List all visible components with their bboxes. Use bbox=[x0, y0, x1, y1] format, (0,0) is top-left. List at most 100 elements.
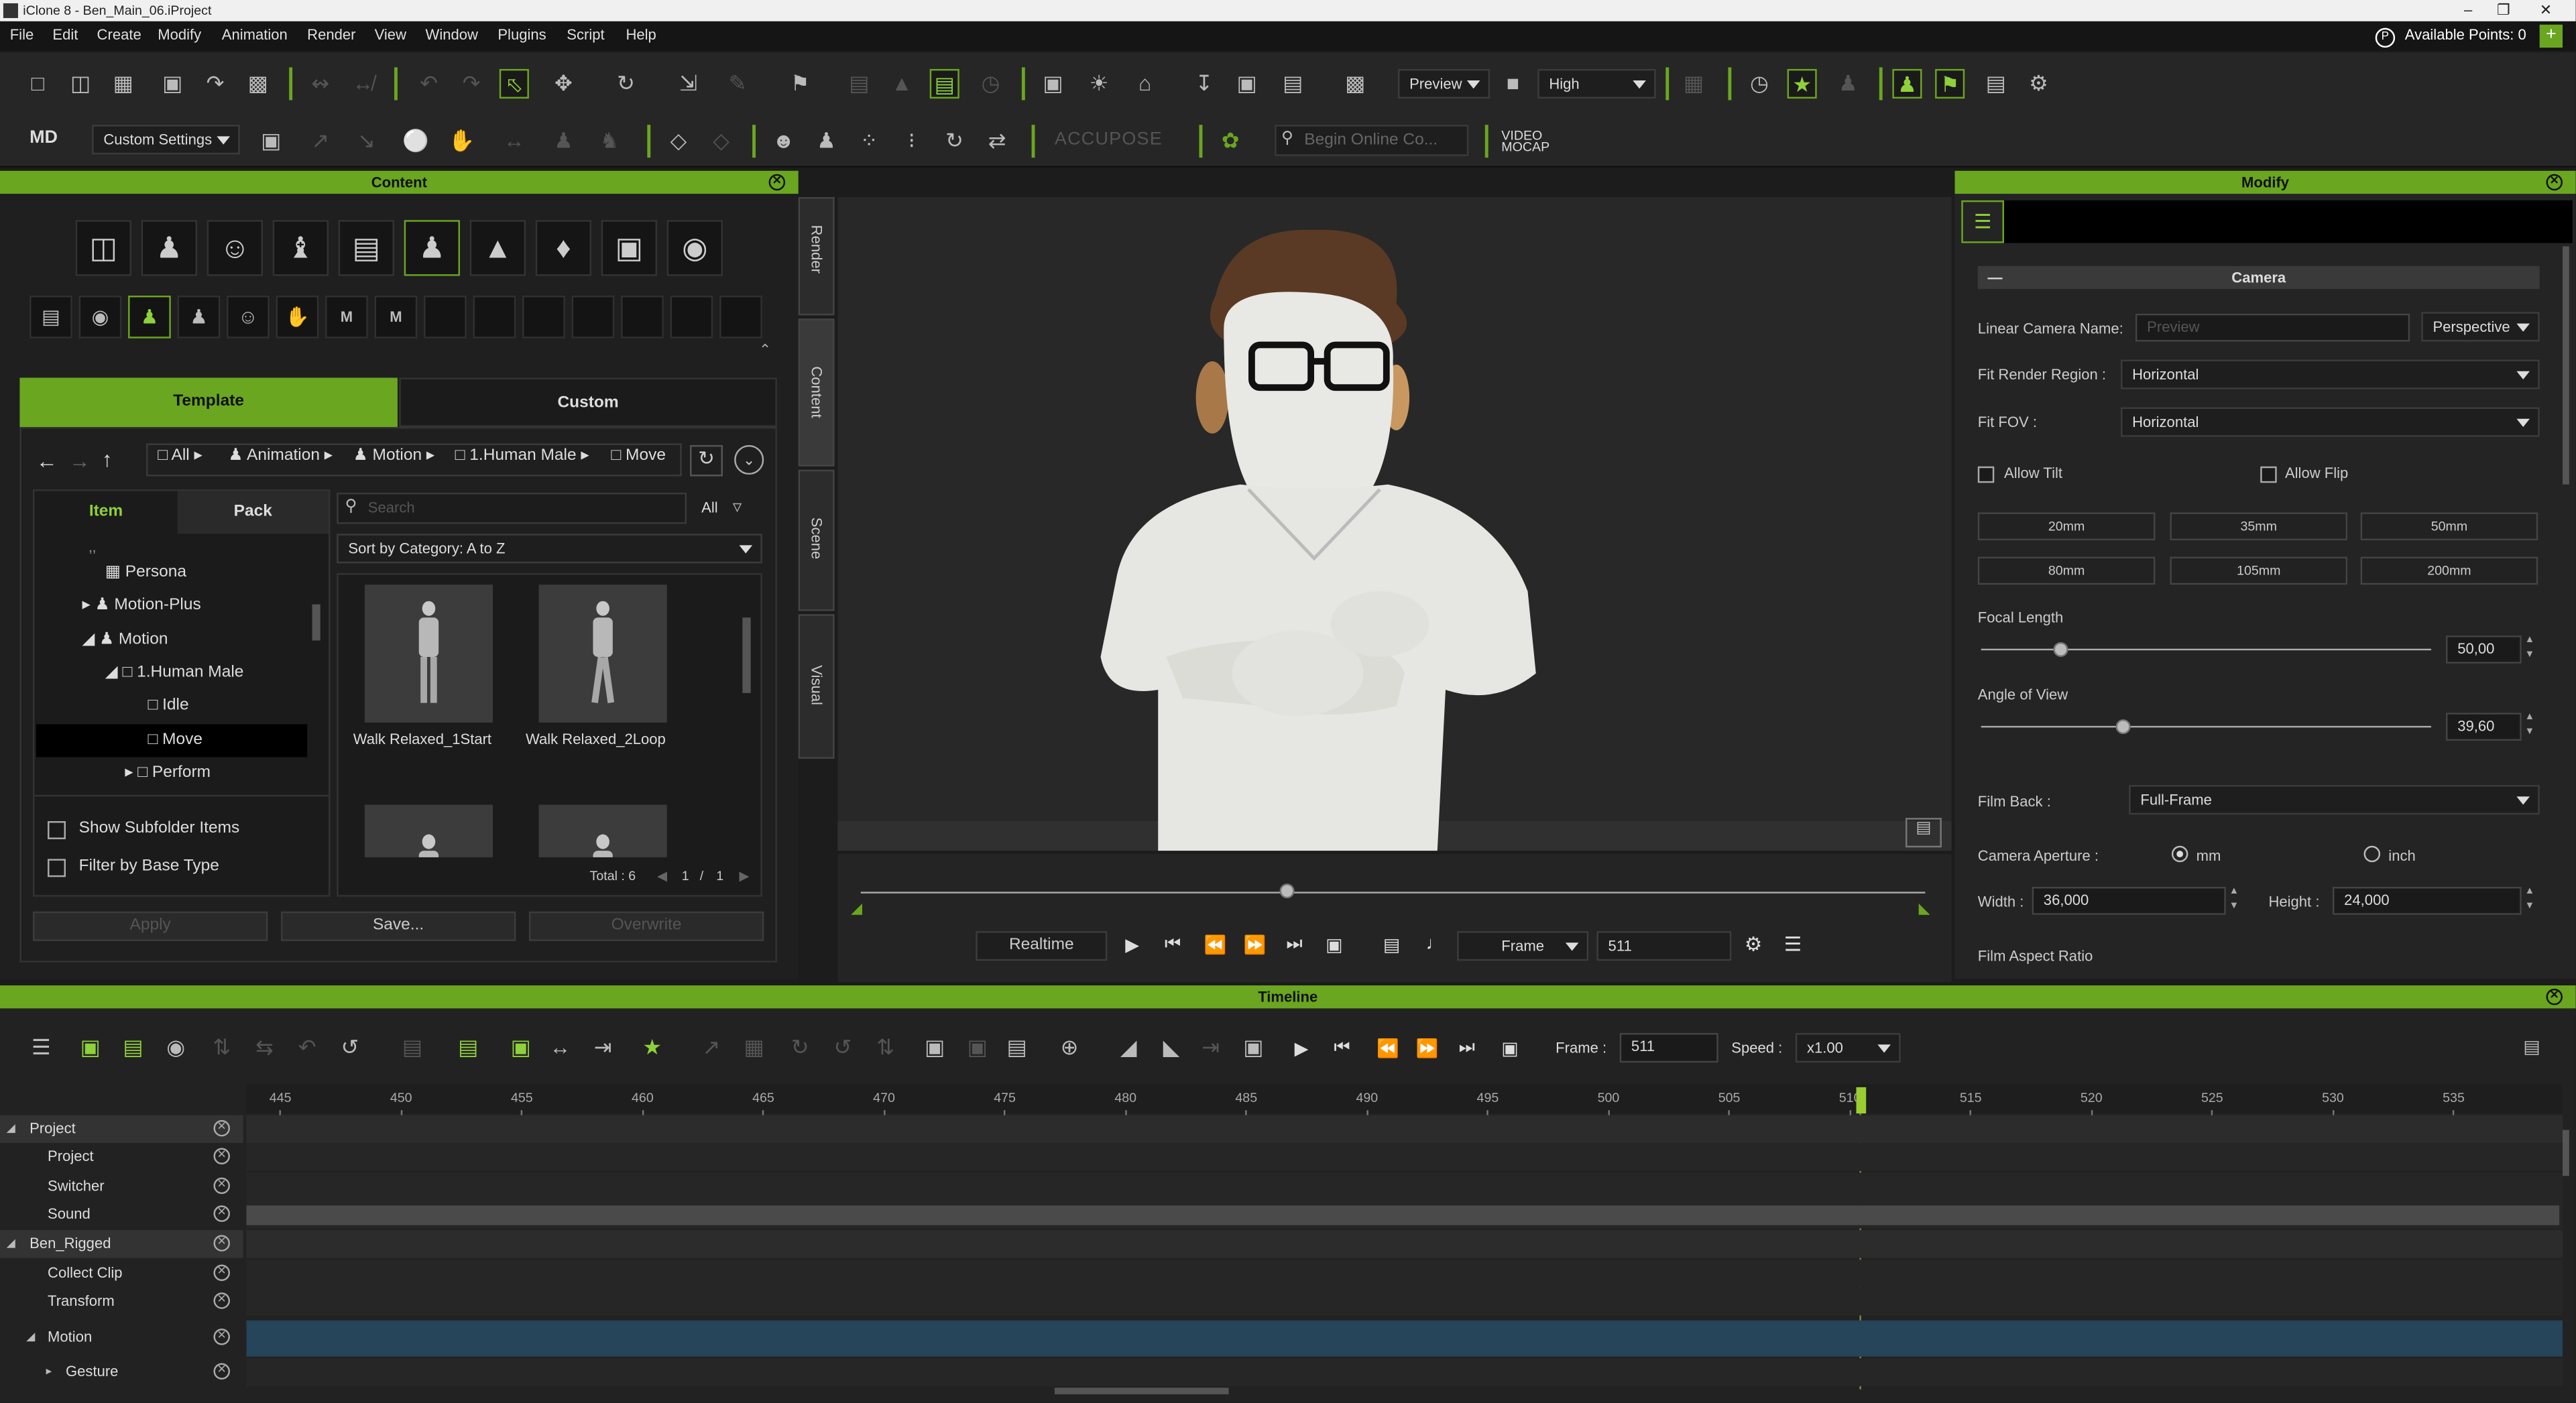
display-icon[interactable]: ▣ bbox=[1038, 69, 1067, 99]
timeline-flip-icon[interactable]: ↺ bbox=[828, 1033, 858, 1062]
timeline-fit-icon[interactable]: ▣ bbox=[506, 1033, 536, 1062]
lens-200mm-button[interactable]: 200mm bbox=[2360, 556, 2538, 585]
viewport-caption-icon[interactable]: ▤ bbox=[1906, 818, 1942, 848]
sync-icon[interactable]: ↻ bbox=[690, 444, 723, 477]
breadcrumb-animation[interactable]: ♟ Animation ▸ bbox=[229, 446, 333, 465]
track-lane[interactable] bbox=[246, 1260, 2563, 1288]
height-input[interactable]: 24,000 bbox=[2333, 887, 2522, 915]
pick-target-icon[interactable]: ◷ bbox=[976, 69, 1005, 99]
track-row[interactable]: Collect Clip ✕ bbox=[0, 1260, 243, 1288]
snap-icon[interactable]: ▲ bbox=[887, 69, 917, 99]
angle-of-view-slider[interactable] bbox=[1981, 725, 2431, 728]
lens-50mm-button[interactable]: 50mm bbox=[2360, 512, 2538, 541]
aperture-inch-radio[interactable] bbox=[2363, 845, 2381, 863]
thumb-item-3[interactable] bbox=[364, 804, 493, 857]
track-lane[interactable] bbox=[246, 1287, 2563, 1316]
close-panel-icon[interactable]: ✕ bbox=[768, 174, 786, 191]
close-modify-icon[interactable]: ✕ bbox=[2546, 174, 2563, 191]
select-arrow-icon[interactable]: ⬁ bbox=[499, 68, 529, 99]
timeline-hscrollbar[interactable] bbox=[1054, 1388, 1229, 1395]
video-camera-icon[interactable]: ■ bbox=[1498, 69, 1527, 99]
back-icon[interactable]: ← bbox=[36, 448, 58, 473]
animation-icon[interactable]: ♟ bbox=[404, 220, 460, 276]
scale-icon[interactable]: ⇲ bbox=[674, 69, 703, 99]
menu-modify[interactable]: Modify bbox=[158, 26, 201, 43]
pin-icon[interactable]: ⚪ bbox=[401, 127, 430, 156]
page-prev-icon[interactable]: ◀ bbox=[657, 869, 667, 883]
track-lane[interactable] bbox=[246, 1115, 2563, 1144]
focal-length-slider[interactable] bbox=[1981, 648, 2431, 651]
timeline-next-icon[interactable]: ⏩ bbox=[1416, 1038, 1439, 1059]
render-image-icon[interactable]: ▩ bbox=[243, 69, 273, 99]
menu-help[interactable]: Help bbox=[626, 26, 656, 43]
tree-scrollbar[interactable] bbox=[312, 604, 320, 641]
next-frame-icon[interactable]: ⏩ bbox=[1244, 934, 1267, 956]
md-plus-icon[interactable]: M bbox=[374, 296, 418, 339]
width-input[interactable]: 36,000 bbox=[2032, 887, 2226, 915]
timeline-merge-icon[interactable]: ⇆ bbox=[249, 1033, 279, 1062]
camera-name-input[interactable]: Preview bbox=[2135, 313, 2410, 342]
timeline-curve-icon[interactable]: ↗ bbox=[697, 1033, 726, 1062]
prev-frame-icon[interactable]: ⏪ bbox=[1204, 934, 1227, 956]
timeline-loop-icon[interactable]: ↺ bbox=[335, 1033, 365, 1062]
grid-dots-icon[interactable]: ⁝ bbox=[897, 127, 927, 156]
clipboard-icon[interactable]: ▤ bbox=[1981, 69, 2011, 99]
tree-item-idle[interactable]: □ Idle bbox=[148, 696, 189, 715]
track-lane[interactable] bbox=[246, 1358, 2563, 1386]
apply-button[interactable]: Apply bbox=[33, 911, 268, 941]
grid-scrollbar[interactable] bbox=[742, 617, 751, 693]
timeline-span-icon[interactable]: ⇥ bbox=[588, 1033, 618, 1062]
grid-display-icon[interactable]: ▦ bbox=[1679, 69, 1708, 99]
expand-down-icon[interactable]: ⌄ bbox=[734, 444, 764, 475]
breadcrumb-move[interactable]: □ Move bbox=[611, 446, 666, 465]
music-note-icon[interactable]: ♩ bbox=[1426, 934, 1444, 954]
timeline-add-key-icon[interactable]: ★ bbox=[638, 1033, 667, 1062]
timeline-collect-icon[interactable]: ▤ bbox=[453, 1033, 483, 1062]
track-remove-icon[interactable]: ✕ bbox=[213, 1205, 230, 1222]
track-row[interactable]: Sound ✕ bbox=[0, 1200, 243, 1229]
menu-create[interactable]: Create bbox=[97, 26, 141, 43]
range-end-marker[interactable]: ◣ bbox=[1919, 900, 1930, 918]
menu-window[interactable]: Window bbox=[426, 26, 478, 43]
render-region-icon[interactable]: ▩ bbox=[1340, 69, 1370, 99]
side-tab-content[interactable]: Content bbox=[798, 318, 835, 467]
track-row[interactable]: Project ✕ bbox=[0, 1143, 243, 1171]
fit-icon[interactable]: ↧ bbox=[1189, 69, 1219, 99]
open-folder-icon[interactable]: ◫ bbox=[66, 69, 95, 99]
avatar-icon[interactable]: ♟ bbox=[141, 220, 197, 276]
track-row[interactable]: ◢ Project ✕ bbox=[0, 1115, 243, 1144]
timeline-loop-mode-icon[interactable]: ▣ bbox=[1501, 1038, 1518, 1059]
zoom-icon[interactable]: ⊕ bbox=[1055, 1033, 1084, 1062]
timeline-frame-input[interactable]: 511 bbox=[1619, 1033, 1718, 1063]
new-file-icon[interactable]: □ bbox=[23, 69, 52, 99]
motion-icon[interactable]: ♟ bbox=[128, 296, 171, 339]
lens-20mm-button[interactable]: 20mm bbox=[1977, 512, 2156, 541]
save-icon[interactable]: ▦ bbox=[109, 69, 138, 99]
modify-sliders-icon[interactable]: ☰ bbox=[1961, 200, 2004, 243]
subtab-pack[interactable]: Pack bbox=[177, 491, 329, 534]
forward-icon[interactable]: → bbox=[69, 448, 91, 473]
close-icon[interactable]: ✕ bbox=[2540, 1, 2552, 19]
character-model[interactable] bbox=[1068, 214, 1561, 855]
playback-slider-thumb[interactable] bbox=[1279, 883, 1295, 899]
script-icon[interactable]: ▤ bbox=[30, 296, 72, 339]
play-icon[interactable]: ▶ bbox=[1125, 934, 1139, 956]
breadcrumb-all[interactable]: □ All ▸ bbox=[158, 446, 202, 465]
go-end-icon[interactable]: ⏭ bbox=[1286, 934, 1302, 956]
allow-flip-checkbox[interactable] bbox=[2260, 466, 2277, 483]
md-logo[interactable]: MD bbox=[30, 128, 58, 147]
accupose-button[interactable]: ACCUPOSE bbox=[1055, 130, 1163, 149]
fk-icon[interactable]: ↘ bbox=[351, 127, 381, 156]
tree-item-motion[interactable]: ◢ ♟ Motion bbox=[82, 631, 168, 649]
timeline-expand-icon[interactable]: ↔ bbox=[545, 1033, 575, 1062]
breadcrumb-human-male[interactable]: □ 1.Human Male ▸ bbox=[455, 446, 589, 465]
pose-figure-icon[interactable]: ♟ bbox=[177, 296, 221, 339]
side-tab-scene[interactable]: Scene bbox=[798, 469, 835, 611]
tree-item-human-male[interactable]: ◢ □ 1.Human Male bbox=[105, 664, 244, 682]
thumb-walk-relaxed-loop[interactable] bbox=[538, 585, 667, 723]
timeline-gap-icon[interactable]: ⇥ bbox=[1196, 1033, 1226, 1062]
timeline-speed-icon[interactable]: ⇅ bbox=[871, 1033, 900, 1062]
tree-item-perform[interactable]: ▸ □ Perform bbox=[125, 764, 211, 780]
project-folder-icon[interactable]: ◫ bbox=[75, 220, 131, 276]
track-remove-icon[interactable]: ✕ bbox=[213, 1148, 230, 1165]
